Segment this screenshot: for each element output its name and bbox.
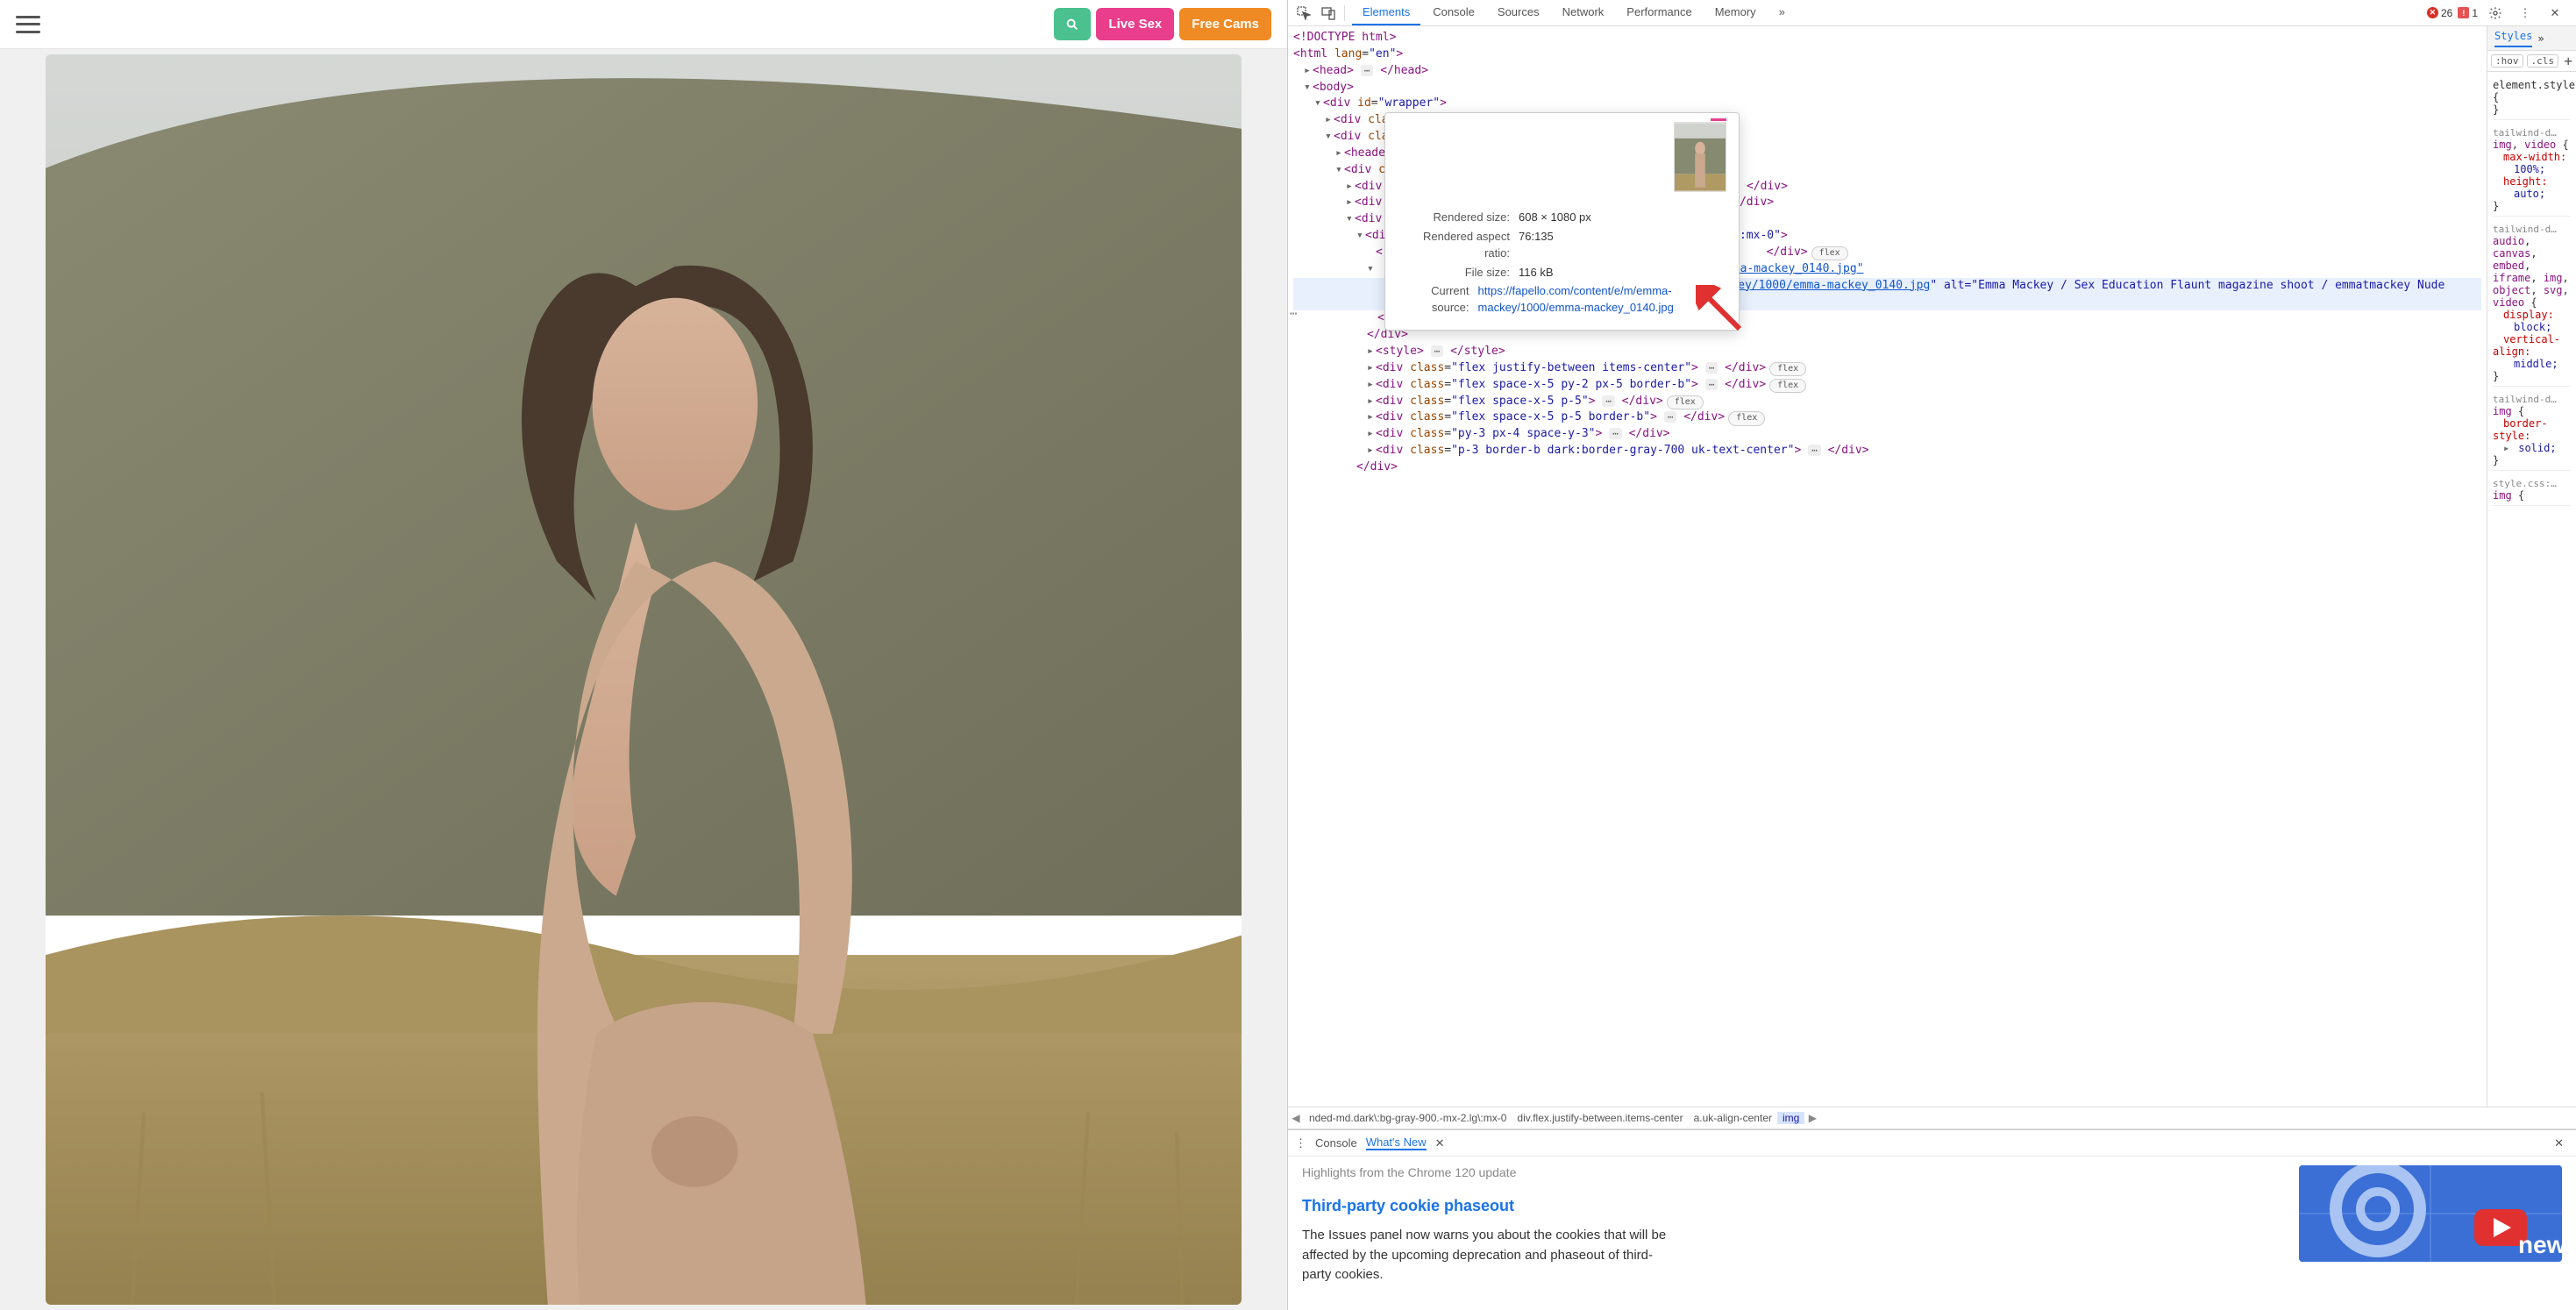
top-buttons: Live Sex Free Cams — [1054, 8, 1271, 40]
flex-badge[interactable]: flex — [1811, 246, 1848, 261]
drawer-tab-close-icon[interactable]: ✕ — [1435, 1136, 1445, 1150]
tooltip-rendered-size: 608 × 1080 px — [1519, 210, 1591, 226]
tooltip-aspect: 76:135 — [1519, 229, 1554, 262]
issue-count: 1 — [2472, 7, 2478, 19]
devtools-drawer: ⋮ Console What's New ✕ ✕ Highlights from… — [1288, 1129, 2576, 1310]
tab-sources[interactable]: Sources — [1487, 0, 1550, 25]
device-toolbar-icon[interactable] — [1316, 2, 1341, 25]
site-topbar: Live Sex Free Cams — [0, 0, 1287, 49]
drawer-headline: Highlights from the Chrome 120 update — [1302, 1165, 2281, 1179]
devtools-tabs: Elements Console Sources Network Perform… — [1352, 0, 2427, 25]
tooltip-aspect-label: Rendered aspect ratio: — [1396, 229, 1519, 262]
search-button[interactable] — [1054, 8, 1091, 40]
kebab-menu-icon[interactable]: ⋮ — [2513, 2, 2537, 25]
tab-console[interactable]: Console — [1422, 0, 1485, 25]
dom-breadcrumb[interactable]: ◀ nded-md.dark\:bg-gray-900.-mx-2.lg\:mx… — [1288, 1107, 2576, 1129]
cls-toggle[interactable]: .cls — [2527, 54, 2559, 68]
tab-elements[interactable]: Elements — [1352, 0, 1420, 25]
close-devtools-icon[interactable]: ✕ — [2543, 2, 2567, 25]
tab-memory[interactable]: Memory — [1704, 0, 1767, 25]
rule-img-border[interactable]: tailwind-d… img { border-style: ▸ solid;… — [2493, 390, 2571, 471]
styles-panel: Styles » :hov .cls + element.style { } t… — [2487, 26, 2576, 1107]
rule-img-video[interactable]: tailwind-d… img, video { max-width: 100%… — [2493, 124, 2571, 217]
free-cams-button[interactable]: Free Cams — [1179, 8, 1271, 40]
devtools-pane: Elements Console Sources Network Perform… — [1288, 0, 2576, 1310]
tooltip-rendered-size-label: Rendered size: — [1396, 210, 1519, 226]
content-area — [0, 49, 1287, 1310]
styles-tab[interactable]: Styles — [2494, 30, 2532, 47]
webpage-pane: Live Sex Free Cams — [0, 0, 1288, 1310]
tab-network[interactable]: Network — [1552, 0, 1615, 25]
dom-doctype: <!DOCTYPE html> — [1293, 31, 1396, 44]
dom-tree[interactable]: ⋯ <!DOCTYPE html> <html lang="en"> ▸<hea… — [1288, 26, 2487, 1107]
image-hover-tooltip: Rendered size:608 × 1080 px Rendered asp… — [1384, 112, 1740, 331]
photo-card[interactable] — [46, 54, 1242, 1305]
tooltip-filesize-label: File size: — [1396, 265, 1519, 281]
thumb-label: new — [2518, 1231, 2562, 1258]
drawer-article-paragraph: The Issues panel now warns you about the… — [1302, 1226, 1670, 1285]
drawer-tab-whatsnew[interactable]: What's New — [1366, 1136, 1427, 1150]
settings-gear-icon[interactable] — [2483, 2, 2508, 25]
error-count: 26 — [2441, 7, 2452, 19]
breadcrumb-right-icon[interactable]: ▶ — [1804, 1112, 1820, 1124]
styles-overflow-icon[interactable]: » — [2537, 32, 2544, 45]
tooltip-thumbnail — [1674, 122, 1726, 192]
drawer-article-title[interactable]: Third-party cookie phaseout — [1302, 1197, 2281, 1215]
error-count-badge[interactable]: ✕26 — [2427, 7, 2452, 19]
hov-toggle[interactable]: :hov — [2491, 54, 2523, 68]
devtools-toolbar: Elements Console Sources Network Perform… — [1288, 0, 2576, 26]
breadcrumb-left-icon[interactable]: ◀ — [1288, 1112, 1304, 1124]
main-photo — [46, 54, 1242, 1305]
dom-gutter-menu-icon[interactable]: ⋯ — [1290, 305, 1297, 323]
add-rule-icon[interactable]: + — [2564, 53, 2572, 69]
inspect-element-icon[interactable] — [1292, 2, 1316, 25]
breadcrumb-item[interactable]: div.flex.justify-between.items-center — [1512, 1112, 1688, 1124]
tooltip-source-link[interactable]: https://fapello.com/content/e/m/emma-mac… — [1478, 284, 1674, 314]
breadcrumb-item[interactable]: nded-md.dark\:bg-gray-900.-mx-2.lg\:mx-0 — [1304, 1112, 1512, 1124]
tabs-overflow-icon[interactable]: » — [1768, 0, 1796, 25]
search-icon — [1065, 18, 1079, 32]
issue-count-badge[interactable]: !1 — [2458, 7, 2478, 19]
drawer-menu-icon[interactable]: ⋮ — [1295, 1136, 1306, 1150]
rule-stylecss-img[interactable]: style.css:… img { — [2493, 474, 2571, 506]
tab-performance[interactable]: Performance — [1616, 0, 1702, 25]
breadcrumb-item[interactable]: a.uk-align-center — [1689, 1112, 1777, 1124]
drawer-tab-console[interactable]: Console — [1315, 1136, 1357, 1150]
dom-url-fragment: mma-mackey_0140.jpg" — [1726, 262, 1864, 275]
drawer-video-thumbnail[interactable]: new — [2299, 1165, 2562, 1262]
rule-element-style[interactable]: element.style { } — [2493, 75, 2571, 120]
tooltip-source-label: Current source: — [1396, 283, 1478, 317]
tooltip-filesize: 116 kB — [1519, 265, 1554, 281]
breadcrumb-item-selected[interactable]: img — [1777, 1112, 1804, 1124]
hamburger-menu-icon[interactable] — [16, 16, 40, 33]
rule-media-elements[interactable]: tailwind-d… audio, canvas, embed, iframe… — [2493, 220, 2571, 387]
live-sex-button[interactable]: Live Sex — [1096, 8, 1174, 40]
drawer-close-icon[interactable]: ✕ — [2554, 1136, 2564, 1150]
